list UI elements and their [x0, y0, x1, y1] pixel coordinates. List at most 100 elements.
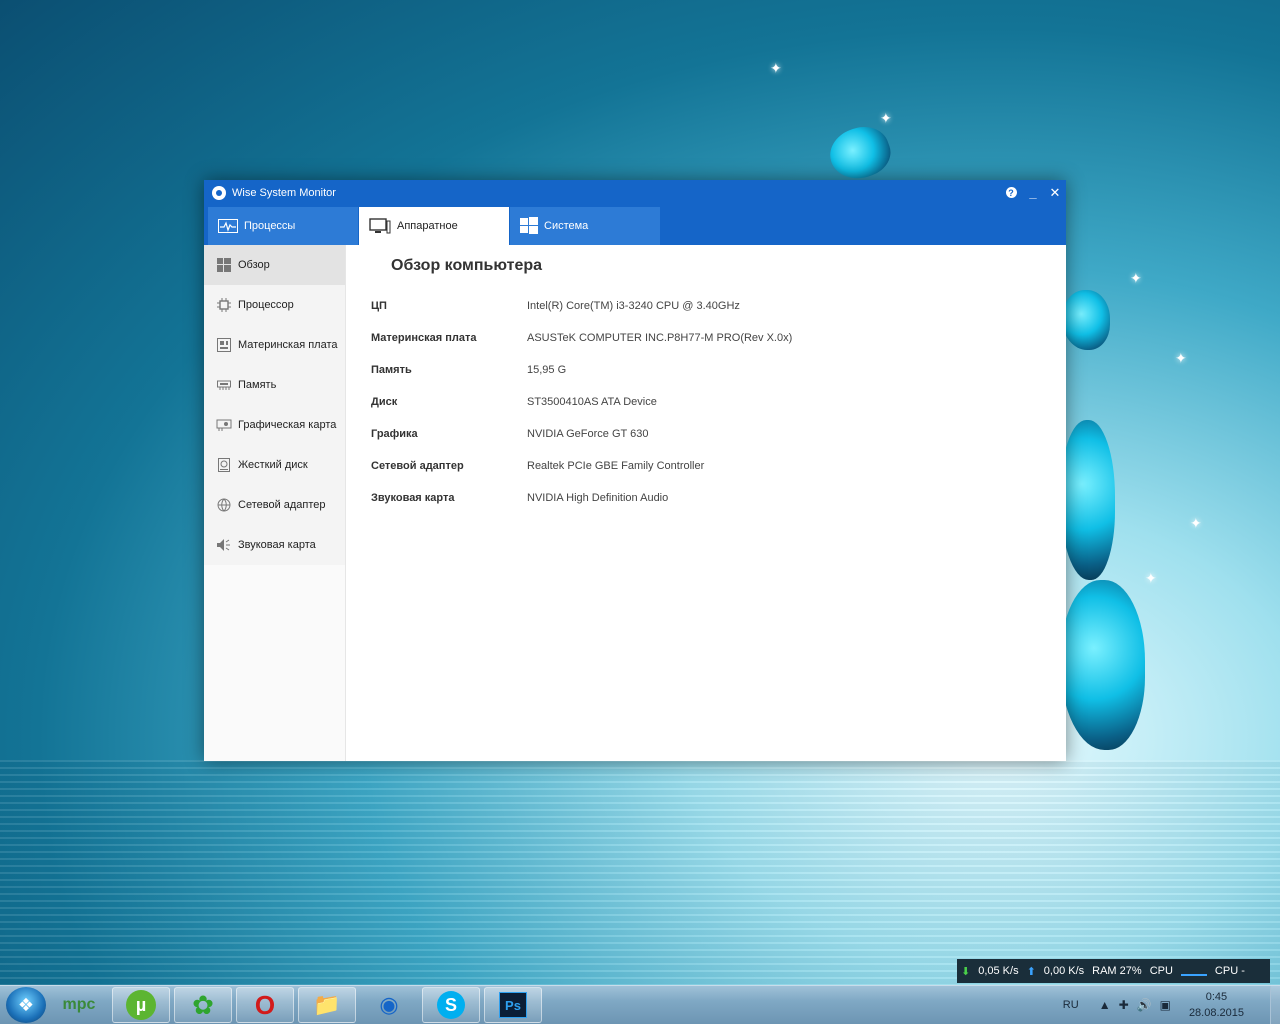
clock-time: 0:45 — [1205, 991, 1228, 1003]
main-tabs: Процессы Аппаратное Система — [204, 205, 1066, 245]
cpu-label: CPU — [1149, 965, 1173, 977]
info-row-sound: Звуковая карта NVIDIA High Definition Au… — [371, 482, 1066, 514]
taskbar-app-skype[interactable]: S — [422, 987, 480, 1023]
sparkle-icon: ✦ — [880, 110, 892, 126]
sidebar-item-network[interactable]: Сетевой адаптер — [204, 485, 345, 525]
hard-disk-icon — [216, 458, 232, 472]
monitor-icon — [369, 218, 391, 234]
info-row-memory: Память 15,95 G — [371, 354, 1066, 386]
clock[interactable]: 0:45 28.08.2015 — [1189, 989, 1244, 1021]
info-row-graphics: Графика NVIDIA GeForce GT 630 — [371, 418, 1066, 450]
tab-hardware[interactable]: Аппаратное — [359, 207, 509, 245]
title-bar[interactable]: Wise System Monitor ? _ ✕ — [204, 180, 1066, 205]
sidebar-item-sound[interactable]: Звуковая карта — [204, 525, 345, 565]
app-logo-icon — [212, 185, 226, 200]
photoshop-icon: Ps — [499, 992, 527, 1018]
butterfly-wing — [1062, 290, 1110, 350]
sidebar-item-cpu[interactable]: Процессор — [204, 285, 345, 325]
info-value: ASUSTeK COMPUTER INC.P8H77-M PRO(Rev X.0… — [527, 332, 793, 344]
window-title: Wise System Monitor — [232, 186, 336, 199]
windows-logo-icon: ❖ — [17, 994, 35, 1015]
tab-processes[interactable]: Процессы — [208, 207, 358, 245]
download-arrow-icon: ⬇ — [961, 965, 971, 978]
info-value: NVIDIA High Definition Audio — [527, 492, 669, 504]
cpu-icon — [216, 298, 232, 312]
speaker-icon — [216, 538, 232, 552]
taskbar-app-icq[interactable]: ✿ — [174, 987, 232, 1023]
show-hidden-icons-icon[interactable]: ▲ — [1099, 998, 1111, 1012]
butterfly-wing — [823, 119, 897, 187]
hardware-sidebar: Обзор Процессор Материнская плата Память — [204, 245, 346, 761]
tab-label: Аппаратное — [397, 220, 458, 232]
info-row-network: Сетевой адаптер Realtek PCIe GBE Family … — [371, 450, 1066, 482]
sidebar-item-label: Процессор — [238, 299, 294, 311]
minimize-button[interactable]: _ — [1022, 180, 1044, 205]
ram-usage: RAM 27% — [1092, 965, 1142, 977]
taskbar: ❖ mpc µ ✿ O 📁 ◉ S Ps RU ▲ ✚ 🔊 ▣ 0:45 28.… — [0, 985, 1280, 1024]
info-label: Сетевой адаптер — [371, 460, 464, 472]
sidebar-item-label: Звуковая карта — [238, 539, 316, 551]
butterfly-wing — [1060, 420, 1115, 580]
page-title: Обзор компьютера — [391, 257, 543, 274]
upload-speed: 0,00 K/s — [1043, 965, 1085, 977]
sidebar-item-label: Графическая карта — [238, 419, 337, 431]
wise-system-monitor-window: Wise System Monitor ? _ ✕ Процессы Аппар… — [204, 180, 1066, 761]
graphics-card-icon — [216, 418, 232, 432]
taskbar-app-wise[interactable]: ◉ — [360, 987, 418, 1023]
taskbar-app-utorrent[interactable]: µ — [112, 987, 170, 1023]
mpc-icon: mpc — [62, 996, 96, 1013]
close-button[interactable]: ✕ — [1044, 180, 1066, 205]
tab-label: Процессы — [244, 220, 296, 232]
sidebar-item-memory[interactable]: Память — [204, 365, 345, 405]
info-label: Звуковая карта — [371, 492, 455, 504]
sparkle-icon: ✦ — [1190, 515, 1202, 531]
info-label: Материнская плата — [371, 332, 477, 344]
sidebar-item-graphics[interactable]: Графическая карта — [204, 405, 345, 445]
info-label: Графика — [371, 428, 418, 440]
network-icon — [216, 498, 232, 512]
taskbar-app-explorer[interactable]: 📁 — [298, 987, 356, 1023]
icq-icon: ✿ — [192, 989, 214, 1020]
cpu-graph — [1180, 966, 1207, 976]
folder-icon: 📁 — [313, 992, 341, 1017]
security-icon[interactable]: ✚ — [1119, 998, 1129, 1012]
taskbar-app-opera[interactable]: O — [236, 987, 294, 1023]
overview-panel: Обзор компьютера ЦП Intel(R) Core(TM) i3… — [346, 245, 1066, 761]
sidebar-item-label: Обзор — [238, 259, 270, 271]
start-button[interactable]: ❖ — [6, 987, 46, 1023]
sparkle-icon: ✦ — [770, 60, 782, 76]
help-button[interactable]: ? — [1000, 180, 1022, 205]
taskbar-app-mpc[interactable]: mpc — [50, 987, 108, 1023]
info-value: ST3500410AS ATA Device — [527, 396, 657, 408]
language-indicator[interactable]: RU — [1063, 999, 1079, 1011]
info-row-disk: Диск ST3500410AS ATA Device — [371, 386, 1066, 418]
info-label: Память — [371, 364, 412, 376]
network-tray-icon[interactable]: ▣ — [1160, 998, 1171, 1012]
volume-icon[interactable]: 🔊 — [1137, 998, 1152, 1012]
windows-icon — [216, 258, 232, 272]
sidebar-empty-area — [204, 565, 345, 761]
sidebar-item-label: Жесткий диск — [238, 459, 308, 471]
sidebar-item-label: Память — [238, 379, 277, 391]
upload-arrow-icon: ⬆ — [1026, 965, 1036, 978]
info-value: NVIDIA GeForce GT 630 — [527, 428, 649, 440]
motherboard-icon — [216, 338, 232, 352]
wise-monitor-icon: ◉ — [379, 992, 399, 1017]
info-label: ЦП — [371, 300, 387, 312]
windows-icon — [520, 217, 538, 235]
opera-icon: O — [254, 989, 276, 1020]
tab-label: Система — [544, 220, 589, 232]
sidebar-item-motherboard[interactable]: Материнская плата — [204, 325, 345, 365]
sidebar-item-hard-disk[interactable]: Жесткий диск — [204, 445, 345, 485]
sidebar-item-overview[interactable]: Обзор — [204, 245, 345, 285]
show-desktop-button[interactable] — [1270, 986, 1280, 1024]
tab-system[interactable]: Система — [510, 207, 660, 245]
info-row-motherboard: Материнская плата ASUSTeK COMPUTER INC.P… — [371, 322, 1066, 354]
memory-icon — [216, 378, 232, 392]
info-label: Диск — [371, 396, 398, 408]
sparkle-icon: ✦ — [1145, 570, 1157, 586]
taskbar-app-photoshop[interactable]: Ps — [484, 987, 542, 1023]
system-tray: RU ▲ ✚ 🔊 ▣ 0:45 28.08.2015 — [1063, 986, 1280, 1024]
download-speed: 0,05 K/s — [978, 965, 1019, 977]
cpu2-label: CPU - — [1214, 965, 1245, 977]
